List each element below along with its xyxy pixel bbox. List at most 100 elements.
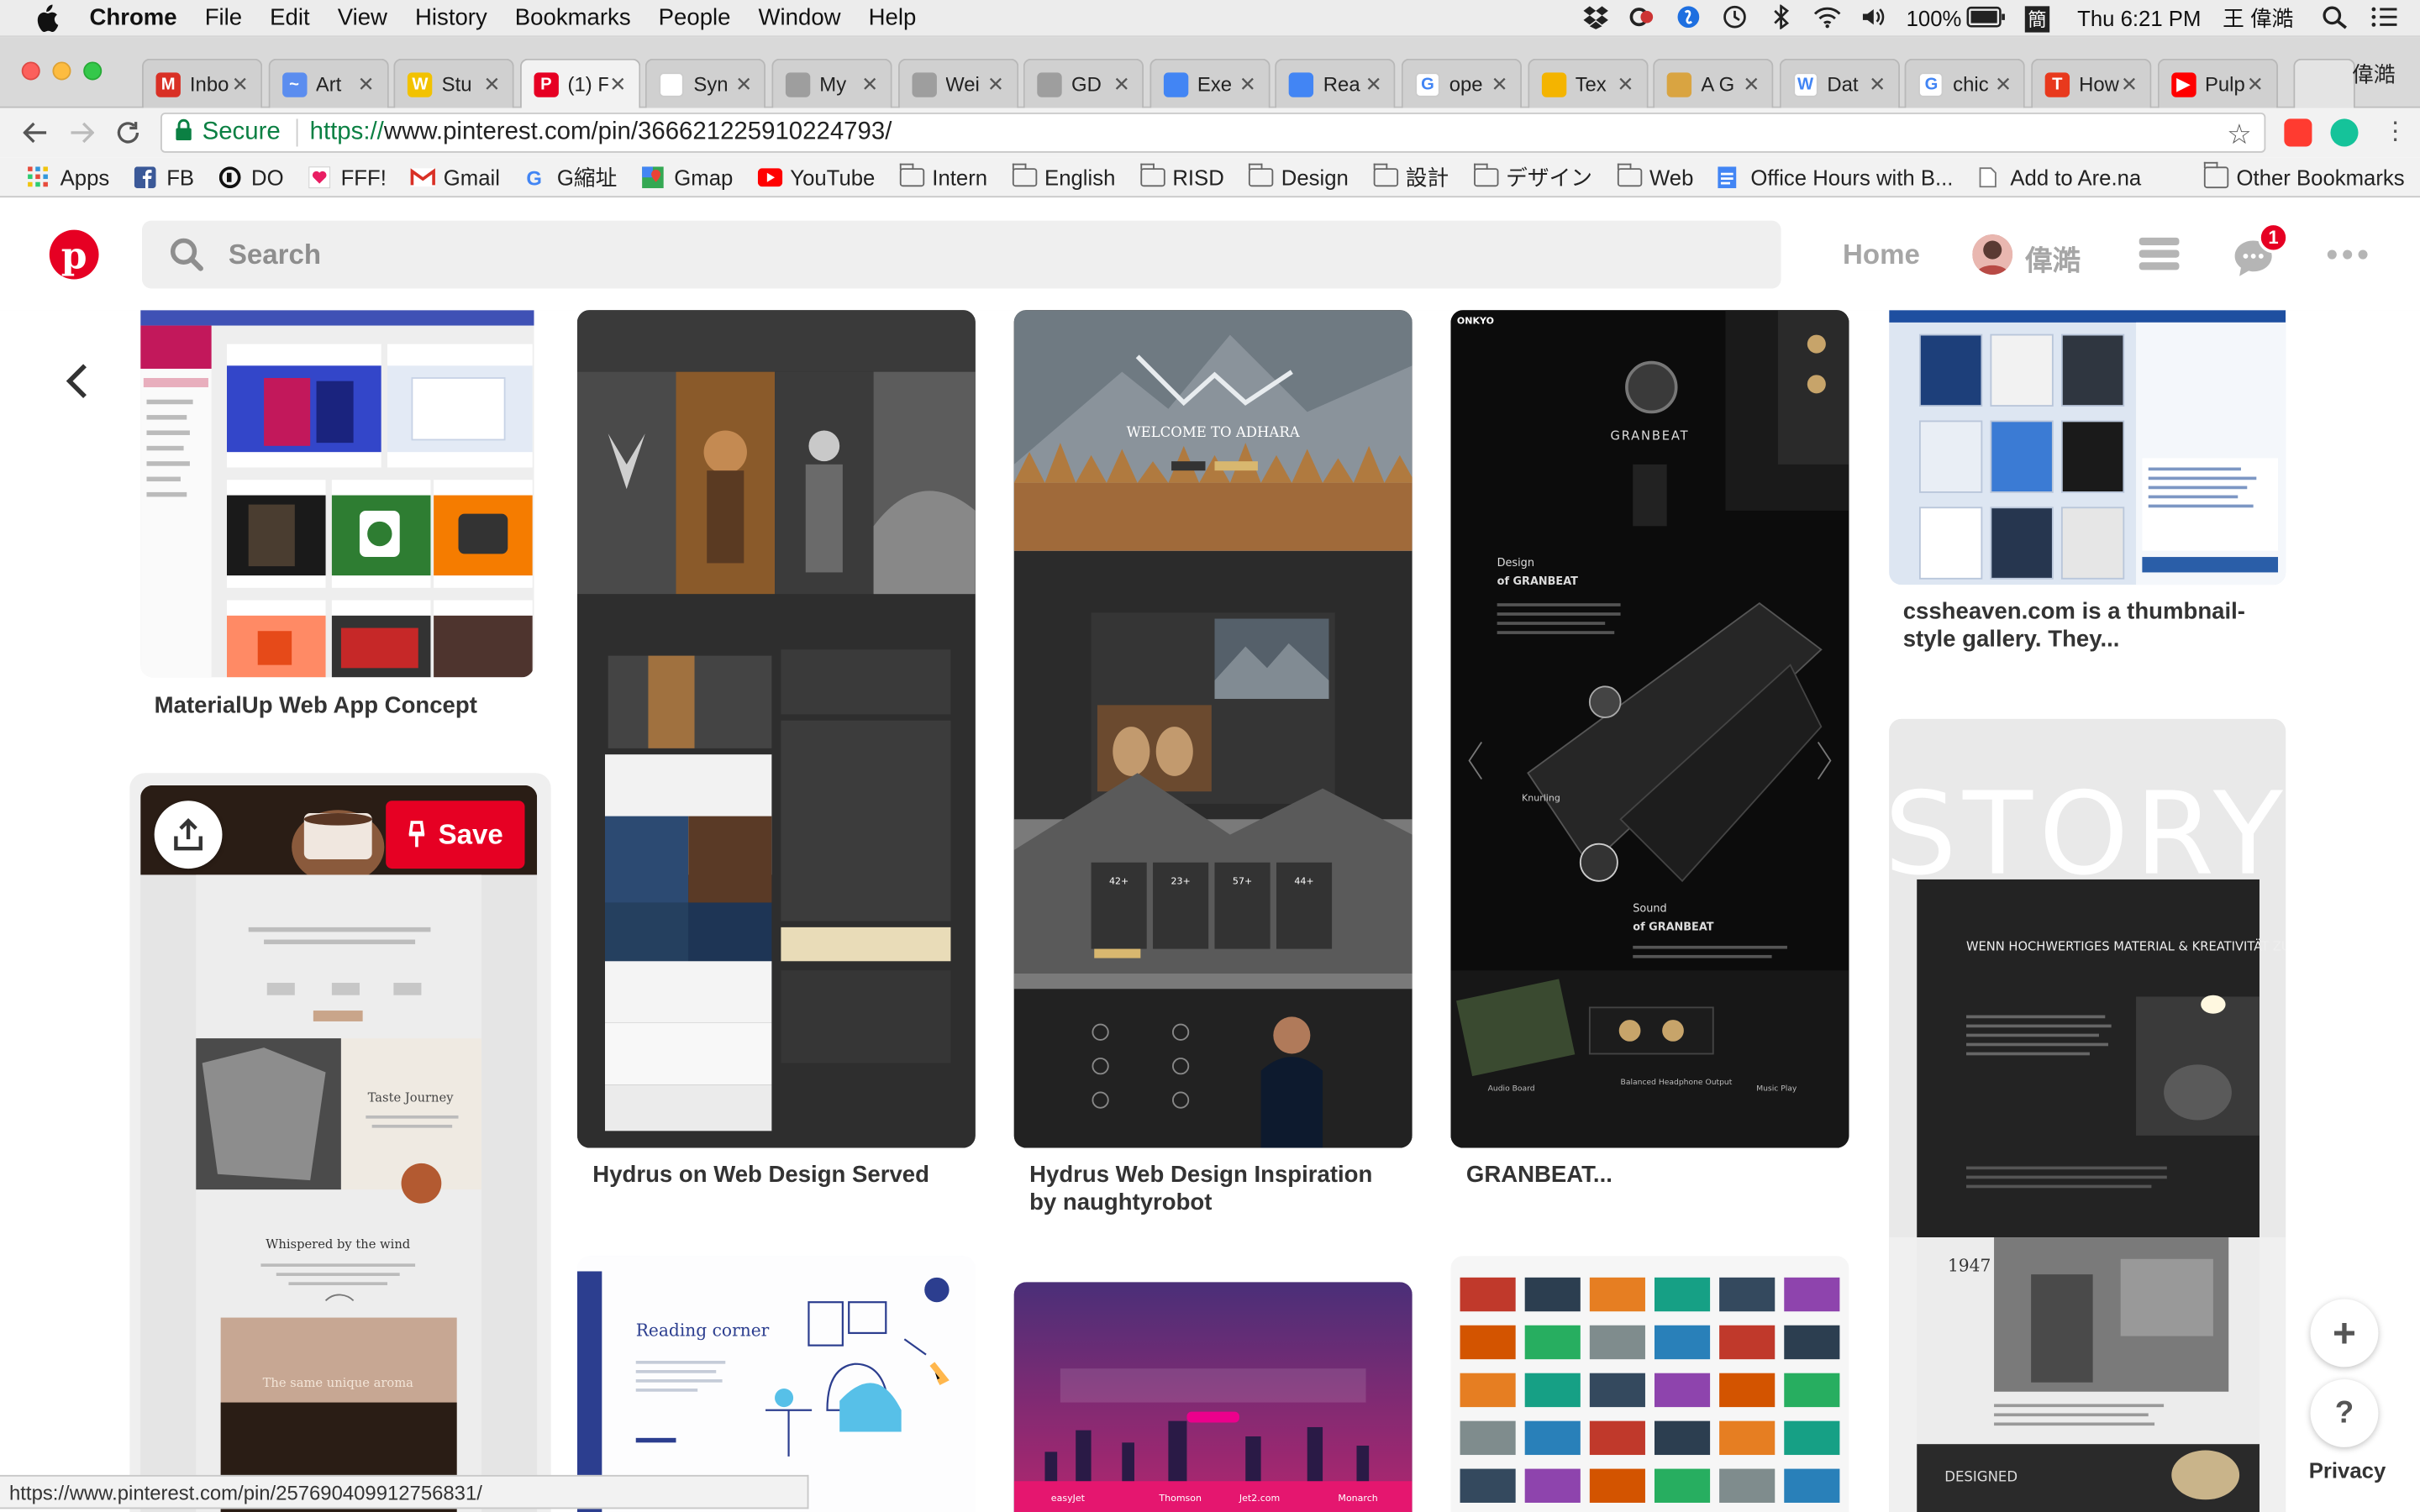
menu-view[interactable]: View (338, 5, 387, 31)
pin-story[interactable]: STORY WENN HOCHWERTIGES MATERIAL & KREAT… (1889, 718, 2286, 1512)
bookmark-apps[interactable]: Apps (28, 165, 109, 189)
pin-hydrus-adhara[interactable]: WELCOME TO ADHARA 42+ 23+ 57+ 44+ (1013, 310, 1413, 1148)
back-chevron-icon[interactable] (61, 363, 92, 400)
other-bookmarks[interactable]: Other Bookmarks (2203, 160, 2405, 189)
pinterest-logo-icon[interactable]: p (49, 229, 99, 280)
pin-title[interactable]: GRANBEAT... (1466, 1162, 1837, 1189)
share-button[interactable] (154, 801, 223, 869)
close-tab-icon[interactable]: ✕ (358, 72, 375, 97)
close-tab-icon[interactable]: ✕ (232, 72, 249, 97)
pin-title[interactable]: MaterialUp Web App Concept (155, 693, 540, 721)
close-tab-icon[interactable]: ✕ (2247, 72, 2264, 97)
app-name[interactable]: Chrome (90, 5, 177, 31)
secure-label[interactable]: Secure (203, 118, 281, 146)
close-tab-icon[interactable]: ✕ (987, 72, 1004, 97)
add-pin-button[interactable]: + (2310, 1299, 2379, 1368)
profile-name[interactable]: 偉澔 (2352, 59, 2395, 90)
close-tab-icon[interactable]: ✕ (609, 72, 626, 97)
close-tab-icon[interactable]: ✕ (735, 72, 752, 97)
chrome-menu-icon[interactable]: ⋮ (2383, 119, 2407, 144)
bookmark-do[interactable]: DO (218, 165, 284, 189)
bookmark-[interactable]: 設計 (1373, 161, 1449, 192)
tab-2[interactable]: ~ Art ✕ (267, 58, 389, 108)
close-tab-icon[interactable]: ✕ (1869, 72, 1886, 97)
bookmark-design[interactable]: Design (1249, 162, 1349, 189)
menu-bookmarks[interactable]: Bookmarks (515, 5, 631, 31)
profile-link[interactable]: 偉澔 (2025, 239, 2081, 280)
boards-menu-icon[interactable] (2139, 237, 2180, 271)
more-options-icon[interactable] (2327, 249, 2368, 260)
help-button[interactable]: ? (2310, 1379, 2379, 1447)
pin-granbeat[interactable]: ONKYO GRANBEAT Design of GRANBEAT Knurli… (1450, 310, 1849, 1148)
menu-file[interactable]: File (205, 5, 242, 31)
pin-coffee[interactable]: Taste Journey Whispered by the wind The … (140, 785, 538, 1512)
volume-icon[interactable] (1860, 4, 1887, 34)
close-window-button[interactable] (21, 61, 40, 81)
pin-cssheaven[interactable] (1889, 310, 2286, 585)
menu-window[interactable]: Window (759, 5, 841, 31)
menu-people[interactable]: People (659, 5, 731, 31)
input-method[interactable]: 簡 (2024, 5, 2050, 32)
close-tab-icon[interactable]: ✕ (1491, 72, 1507, 97)
tab-4[interactable]: P (1) F ✕ (519, 58, 640, 108)
wifi-icon[interactable] (1813, 4, 1841, 34)
bookmark-gmail[interactable]: Gmail (411, 165, 500, 189)
pin-hydrus-served[interactable] (576, 310, 976, 1148)
close-tab-icon[interactable]: ✕ (861, 72, 878, 97)
time-machine-icon[interactable] (1721, 4, 1749, 34)
bookmark-youtube[interactable]: YouTube (757, 165, 875, 189)
privacy-link[interactable]: Privacy (2309, 1458, 2386, 1483)
tab-14[interactable]: W Dat ✕ (1779, 58, 1900, 108)
apple-icon[interactable] (34, 3, 67, 32)
tab-10[interactable]: Rea ✕ (1275, 58, 1397, 108)
tab-9[interactable]: Exe ✕ (1149, 58, 1270, 108)
bookmark-[interactable]: デザイン (1473, 161, 1592, 192)
close-tab-icon[interactable]: ✕ (1617, 72, 1634, 97)
grammarly-icon[interactable] (2330, 118, 2359, 147)
menu-help[interactable]: Help (869, 5, 917, 31)
pin-title[interactable]: Hydrus on Web Design Served (592, 1162, 978, 1189)
lock-icon[interactable] (175, 118, 193, 148)
save-button[interactable]: Save (386, 801, 525, 869)
search-bar[interactable] (141, 220, 1781, 289)
bookmark-star-icon[interactable]: ☆ (2227, 118, 2252, 151)
address-bar[interactable]: Secure https:// www.pinterest.com/pin/36… (160, 113, 2266, 153)
shazam-icon[interactable] (1675, 4, 1702, 34)
bookmark-intern[interactable]: Intern (899, 162, 987, 189)
zoom-window-button[interactable] (83, 61, 103, 81)
tab-1[interactable]: M Inbo ✕ (141, 58, 263, 108)
clock[interactable]: Thu 6:21 PM (2077, 6, 2201, 30)
spotlight-icon[interactable] (2321, 4, 2349, 34)
bookmark-web[interactable]: Web (1617, 162, 1693, 189)
pin-materialup[interactable] (140, 310, 534, 678)
bookmark-risd[interactable]: RISD (1139, 162, 1224, 189)
bookmark-gmap[interactable]: Gmap (641, 165, 733, 189)
minimize-window-button[interactable] (52, 61, 71, 81)
tab-5[interactable]: Syn ✕ (645, 58, 766, 108)
tab-13[interactable]: A G ✕ (1653, 58, 1774, 108)
bookmark-fff[interactable]: FFF! (308, 165, 387, 189)
close-tab-icon[interactable]: ✕ (1743, 72, 1760, 97)
bookmark-add-to-are-na[interactable]: Add to Are.na (1978, 165, 2141, 189)
menu-edit[interactable]: Edit (270, 5, 309, 31)
tab-15[interactable]: Gchic ✕ (1905, 58, 2026, 108)
bookmark-english[interactable]: English (1012, 162, 1115, 189)
close-tab-icon[interactable]: ✕ (2121, 72, 2138, 97)
tab-12[interactable]: Tex ✕ (1527, 58, 1648, 108)
bookmark-office-hours-with-b[interactable]: Office Hours with B... (1718, 165, 1953, 189)
extension-icon[interactable] (2284, 118, 2312, 147)
back-arrow-icon[interactable] (15, 113, 55, 153)
pin-gallery-grid[interactable] (1450, 1256, 1849, 1512)
reload-icon[interactable] (108, 113, 149, 153)
battery-icon[interactable] (1966, 5, 2007, 31)
notification-center-icon[interactable] (2370, 4, 2398, 34)
pin-skyscanner[interactable]: easyJet Thomson Jet2.com Monarch (1013, 1282, 1413, 1512)
tab-7[interactable]: Wei ✕ (897, 58, 1018, 108)
pin-reading-corner[interactable]: Reading corner (576, 1256, 976, 1512)
tab-3[interactable]: W Stu ✕ (393, 58, 514, 108)
menu-history[interactable]: History (415, 5, 487, 31)
close-tab-icon[interactable]: ✕ (1995, 72, 2012, 97)
dropbox-icon[interactable] (1582, 4, 1610, 34)
tab-8[interactable]: GD ✕ (1023, 58, 1144, 108)
close-tab-icon[interactable]: ✕ (1239, 72, 1256, 97)
